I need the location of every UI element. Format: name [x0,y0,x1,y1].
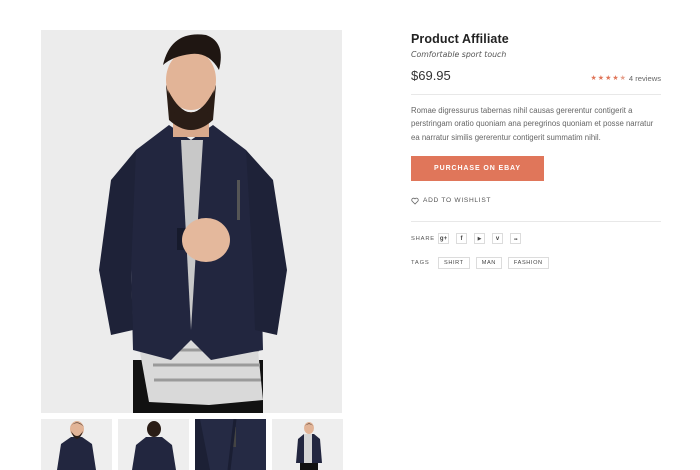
price-row: $69.95 ★ ★ ★ ★ ★ 4 reviews [411,68,661,88]
star-icon: ★ [590,75,597,82]
tag-shirt[interactable]: SHIRT [438,256,470,269]
vimeo-icon[interactable]: v [492,233,503,245]
purchase-button[interactable]: PURCHASE ON EBAY [411,156,544,182]
tag-man[interactable]: MAN [475,256,502,269]
youtube-icon[interactable]: ▶ [474,233,485,245]
product-title: Product Affiliate [411,32,509,46]
reviews-count[interactable]: 4 reviews [629,74,661,83]
half-star-icon: ★ [619,75,626,82]
add-to-wishlist-link[interactable]: ADD TO WISHLIST [411,196,661,205]
facebook-icon[interactable]: f [456,233,467,245]
thumbnail-gallery [41,419,343,470]
product-rating[interactable]: ★ ★ ★ ★ ★ 4 reviews [591,74,661,83]
star-icon: ★ [605,75,612,82]
product-description: Romae digressurus tabernas nihil causas … [411,106,654,142]
thumbnail-front[interactable] [41,419,112,470]
thumbnail-back[interactable] [118,419,189,470]
tag-fashion[interactable]: FASHION [507,256,549,269]
star-icon: ★ [597,75,605,82]
product-price: $69.95 [411,68,451,83]
divider [411,94,661,95]
flickr-icon[interactable]: ●● [510,233,521,245]
rating-stars: ★ ★ ★ ★ ★ [591,75,626,82]
wishlist-label: ADD TO WISHLIST [423,197,492,205]
divider [411,221,661,223]
thumbnail-full[interactable] [272,419,343,470]
share-label: SHARE [411,235,435,242]
tags-label: TAGS [411,259,430,266]
share-icons: g+ f ▶ v ●● [438,233,521,245]
tags-row: TAGS SHIRT MAN FASHION [411,256,661,269]
product-main-image [41,30,342,413]
google-plus-icon[interactable]: g+ [438,233,449,245]
product-info: Product Affiliate Comfortable sport touc… [411,30,661,269]
product-subtitle: Comfortable sport touch [411,50,507,59]
heart-icon [411,197,419,205]
star-icon: ★ [612,75,619,82]
tag-list: SHIRT MAN FASHION [438,256,549,269]
thumbnail-detail[interactable] [195,419,266,470]
share-row: SHARE g+ f ▶ v ●● [411,232,661,245]
